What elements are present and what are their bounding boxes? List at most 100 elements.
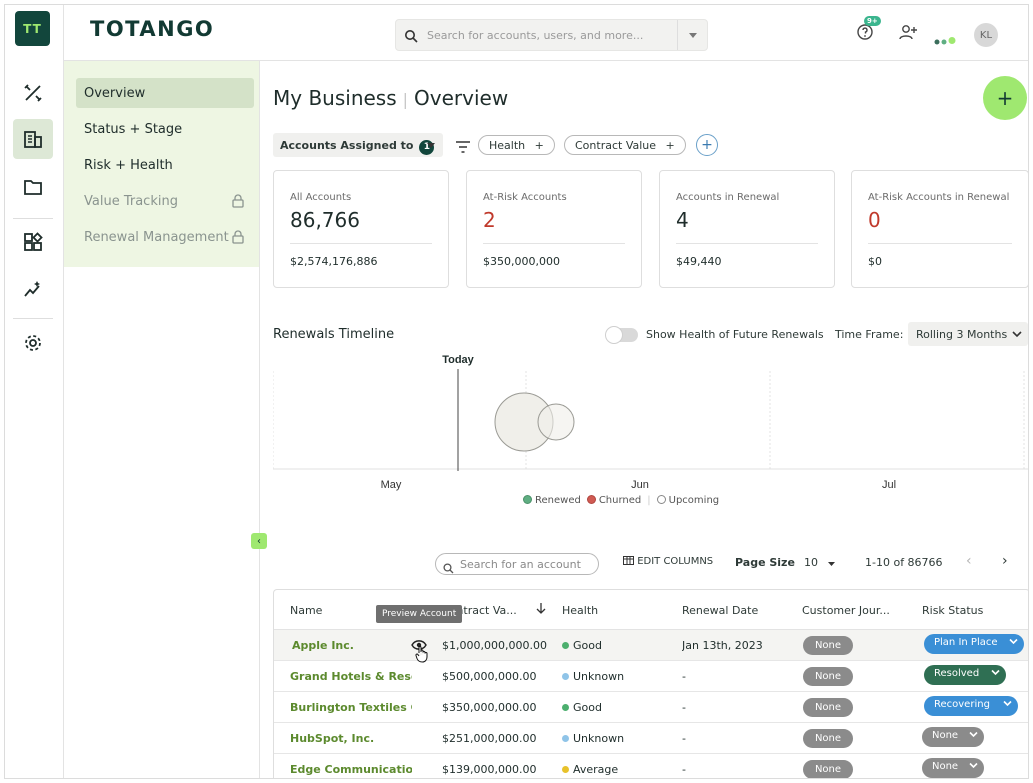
kpi-label: At-Risk Accounts [483, 192, 567, 203]
add-user-icon[interactable] [898, 23, 918, 45]
preview-account-tooltip: Preview Account [376, 605, 463, 623]
renewal-date: - [682, 701, 686, 714]
filter-icon[interactable] [455, 138, 471, 157]
kpi-card-in-renewal[interactable]: Accounts in Renewal 4 $49,440 [659, 170, 835, 288]
search-icon [404, 28, 418, 47]
collapse-nav-button[interactable]: ‹ [251, 533, 267, 549]
nav-item-status-stage[interactable]: Status + Stage [76, 114, 254, 144]
journey-pill[interactable]: None [803, 667, 853, 686]
gear-icon[interactable] [13, 323, 53, 363]
widgets-icon[interactable] [13, 222, 53, 262]
journey-pill[interactable]: None [803, 698, 853, 717]
table-row[interactable]: Grand Hotels & Resor... $500,000,000.00 … [274, 661, 1028, 692]
account-search[interactable]: Search for an account [435, 553, 599, 575]
journey-pill[interactable]: None [803, 636, 853, 655]
building-icon[interactable] [13, 119, 53, 159]
assigned-filter-dropdown[interactable]: Accounts Assigned to 1 [273, 133, 443, 157]
kpi-amount: $0 [868, 255, 882, 268]
user-avatar[interactable]: KL [974, 23, 998, 47]
page-size-label: Page Size [735, 556, 795, 569]
account-search-input[interactable]: Search for an account [460, 558, 581, 571]
kpi-card-at-risk[interactable]: At-Risk Accounts 2 $350,000,000 [466, 170, 642, 288]
health-label: Unknown [573, 732, 625, 745]
timeframe-select[interactable]: Rolling 3 Months [908, 322, 1028, 346]
next-page-button[interactable]: › [1002, 553, 1008, 569]
legend-label: Upcoming [668, 495, 720, 506]
risk-status-dropdown[interactable]: Plan In Place [924, 634, 1024, 654]
sparkle-chart-icon[interactable] [13, 269, 53, 309]
help-icon[interactable] [856, 23, 874, 45]
month-tick: Jun [631, 479, 649, 491]
account-name-link[interactable]: HubSpot, Inc. [290, 732, 412, 745]
sort-down-icon[interactable] [536, 602, 546, 617]
add-button[interactable]: + [983, 76, 1027, 120]
kpi-amount: $49,440 [676, 255, 722, 268]
risk-status-dropdown[interactable]: None [922, 727, 984, 747]
table-row[interactable]: HubSpot, Inc. $251,000,000.00 Unknown - … [274, 723, 1028, 754]
column-header-name[interactable]: Name [290, 604, 322, 617]
risk-status-label: None [932, 761, 959, 772]
legend-item-churned[interactable]: Churned [586, 495, 641, 506]
column-header-renewal-date[interactable]: Renewal Date [682, 604, 758, 617]
toggle-knob [605, 326, 623, 344]
global-search-input[interactable]: Search for accounts, users, and more... [427, 29, 643, 42]
global-search[interactable]: Search for accounts, users, and more... [395, 19, 708, 51]
plus-icon: + [534, 139, 544, 152]
table-row[interactable]: Burlington Textiles Co... $350,000,000.0… [274, 692, 1028, 723]
contract-value: $139,000,000.00 [442, 763, 537, 776]
legend-item-upcoming[interactable]: Upcoming [656, 495, 720, 506]
column-header-risk-status[interactable]: Risk Status [922, 604, 983, 617]
chevron-down-icon [1003, 699, 1012, 710]
risk-status-label: Plan In Place [934, 637, 998, 648]
nav-item-renewal-management[interactable]: Renewal Management [76, 222, 254, 252]
journey-pill[interactable]: None [803, 729, 853, 748]
add-filter-button[interactable]: + [696, 134, 718, 156]
rail-divider [13, 218, 53, 219]
health-dot [562, 642, 569, 649]
card-divider [868, 243, 1012, 244]
status-dots-icon[interactable] [934, 30, 956, 49]
health-cell: Average [562, 763, 618, 776]
account-name-link[interactable]: Apple Inc. [292, 639, 414, 652]
folder-icon[interactable] [13, 167, 53, 207]
legend-item-renewed[interactable]: Renewed [523, 495, 581, 506]
contract-value: $350,000,000.00 [442, 701, 537, 714]
nav-item-overview[interactable]: Overview [76, 78, 254, 108]
account-name-link[interactable]: Burlington Textiles Co... [290, 701, 412, 714]
risk-status-dropdown[interactable]: Resolved [924, 665, 1006, 685]
month-tick: May [381, 479, 402, 491]
contract-value: $1,000,000,000.00 [442, 639, 547, 652]
kpi-card-at-risk-renewal[interactable]: At-Risk Accounts in Renewal 0 $0 [851, 170, 1028, 288]
chevron-down-icon[interactable] [677, 20, 707, 50]
contract-value-filter-pill[interactable]: Contract Value + [564, 135, 686, 155]
column-header-customer-journey[interactable]: Customer Jour... [802, 604, 890, 617]
app-logo[interactable]: TT [15, 11, 50, 46]
kpi-value: 0 [868, 208, 881, 232]
tools-icon[interactable] [13, 73, 53, 113]
table-row[interactable]: Edge Communicatio... $139,000,000.00 Ave… [274, 754, 1028, 778]
health-dot [562, 735, 569, 742]
column-header-health[interactable]: Health [562, 604, 598, 617]
account-name-link[interactable]: Edge Communicatio... [290, 763, 412, 776]
nav-item-value-tracking[interactable]: Value Tracking [76, 186, 254, 216]
account-name-link[interactable]: Grand Hotels & Resor... [290, 670, 412, 683]
contract-value: $251,000,000.00 [442, 732, 537, 745]
upcoming-bubble[interactable] [537, 403, 575, 441]
kpi-value: 2 [483, 208, 496, 232]
edit-columns-button[interactable]: EDIT COLUMNS [623, 556, 713, 567]
prev-page-button[interactable]: ‹ [966, 553, 972, 569]
health-filter-pill[interactable]: Health + [478, 135, 555, 155]
table-row[interactable]: Apple Inc. $1,000,000,000.00 Good Jan 13… [274, 630, 1028, 661]
kpi-card-all-accounts[interactable]: All Accounts 86,766 $2,574,176,886 [273, 170, 449, 288]
timeframe-value: Rolling 3 Months [916, 328, 1008, 341]
health-toggle[interactable] [605, 326, 638, 344]
timeframe-label: Time Frame: [835, 328, 904, 341]
page-size-select[interactable]: 10 [804, 556, 835, 569]
journey-pill[interactable]: None [803, 760, 853, 778]
risk-status-dropdown[interactable]: None [922, 758, 984, 778]
pagination-range: 1-10 of 86766 [865, 556, 943, 569]
nav-item-risk-health[interactable]: Risk + Health [76, 150, 254, 180]
risk-status-dropdown[interactable]: Recovering [924, 696, 1018, 716]
search-icon [443, 559, 454, 578]
brand-wordmark[interactable]: TOTANGO [90, 17, 214, 41]
